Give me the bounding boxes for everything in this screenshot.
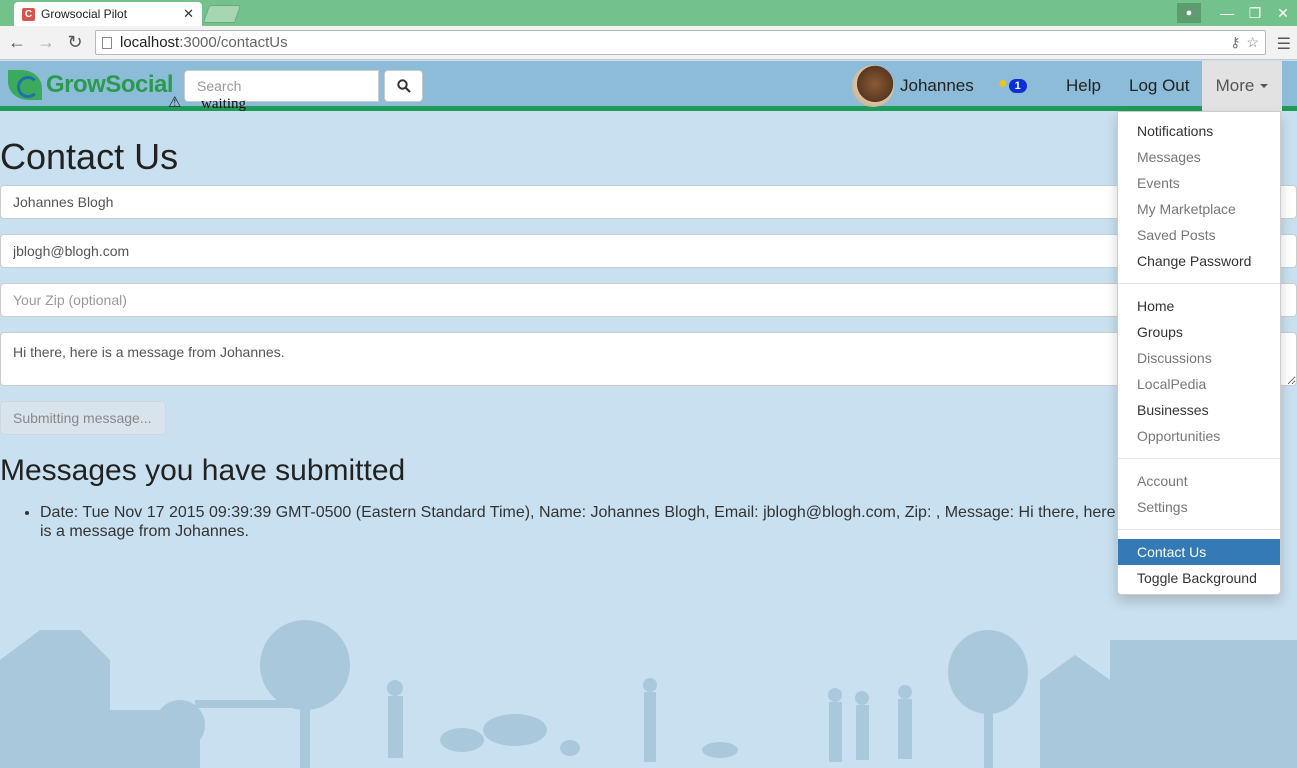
menu-icon[interactable]: ☰ [1277, 34, 1291, 54]
menu-divider [1118, 283, 1280, 284]
menu-item-events[interactable]: Events [1118, 170, 1280, 196]
notification-badge: 1 [1008, 79, 1027, 93]
user-menu[interactable]: Johannes [852, 64, 974, 108]
url-path: :3000/contactUs [179, 34, 288, 51]
menu-item-contact-us[interactable]: Contact Us [1118, 539, 1280, 565]
leaf-logo-icon [8, 70, 42, 100]
restore-icon[interactable]: ❐ [1241, 5, 1269, 22]
menu-item-localpedia[interactable]: LocalPedia [1118, 371, 1280, 397]
connection-status: waiting [201, 96, 246, 112]
star-icon[interactable]: ☆ [1246, 34, 1259, 51]
menu-item-settings[interactable]: Settings [1118, 494, 1280, 520]
browser-tabstrip: C Growsocial Pilot ✕ ● — ❐ ✕ [0, 0, 1297, 26]
zip-field[interactable] [0, 283, 1297, 317]
url-text[interactable]: localhost:3000/contactUs [120, 34, 1230, 51]
new-tab-button[interactable] [202, 5, 242, 23]
tab-title: Growsocial Pilot [41, 7, 128, 21]
menu-item-home[interactable]: Home [1118, 293, 1280, 319]
browser-tab[interactable]: C Growsocial Pilot ✕ [14, 2, 202, 26]
menu-item-change-password[interactable]: Change Password [1118, 248, 1280, 274]
more-label: More [1215, 76, 1255, 95]
page-title: Contact Us [0, 136, 179, 177]
close-tab-icon[interactable]: ✕ [183, 6, 194, 22]
app-navbar: GrowSocial ⚠ waiting Johannes ● 1 Help L… [0, 61, 1297, 112]
search-icon [396, 79, 411, 93]
menu-item-discussions[interactable]: Discussions [1118, 345, 1280, 371]
menu-item-account[interactable]: Account [1118, 468, 1280, 494]
username: Johannes [900, 76, 974, 95]
page-icon [102, 36, 112, 49]
forward-arrow-icon[interactable]: → [35, 32, 57, 53]
list-item: Date: Tue Nov 17 2015 09:39:39 GMT-0500 … [40, 503, 1130, 541]
close-window-icon[interactable]: ✕ [1269, 5, 1297, 22]
browser-toolbar: ← → ↻ localhost:3000/contactUs ⚷ ☆ ☰ [0, 26, 1297, 60]
menu-item-opportunities[interactable]: Opportunities [1118, 423, 1280, 449]
bell-icon: ● [998, 75, 1008, 92]
minimize-icon[interactable]: — [1213, 5, 1241, 21]
submit-button[interactable]: Submitting message... [0, 401, 166, 435]
reload-icon[interactable]: ↻ [64, 32, 86, 53]
back-arrow-icon[interactable]: ← [6, 32, 28, 53]
menu-item-my-marketplace[interactable]: My Marketplace [1118, 196, 1280, 222]
key-icon[interactable]: ⚷ [1230, 34, 1240, 51]
menu-item-saved-posts[interactable]: Saved Posts [1118, 222, 1280, 248]
name-field[interactable] [0, 185, 1297, 219]
growsocial-logo[interactable]: GrowSocial [8, 70, 174, 100]
window-controls: ● — ❐ ✕ [1177, 0, 1297, 26]
warning-icon: ⚠ [168, 94, 182, 111]
menu-item-notifications[interactable]: Notifications [1118, 118, 1280, 144]
email-field[interactable] [0, 234, 1297, 268]
menu-item-groups[interactable]: Groups [1118, 319, 1280, 345]
help-link[interactable]: Help [1066, 76, 1101, 96]
profile-icon[interactable]: ● [1177, 3, 1201, 23]
avatar [852, 65, 894, 107]
more-dropdown-menu: Notifications Messages Events My Marketp… [1117, 111, 1281, 595]
submitted-messages-title: Messages you have submitted [0, 454, 406, 487]
logout-link[interactable]: Log Out [1129, 76, 1190, 96]
search-button[interactable] [384, 70, 423, 102]
menu-divider [1118, 529, 1280, 530]
url-host: localhost [120, 34, 180, 51]
menu-divider [1118, 458, 1280, 459]
favicon-icon: C [22, 7, 35, 21]
message-field[interactable]: Hi there, here is a message from Johanne… [0, 332, 1297, 386]
menu-item-toggle-background[interactable]: Toggle Background [1118, 565, 1280, 591]
menu-item-businesses[interactable]: Businesses [1118, 397, 1280, 423]
menu-item-messages[interactable]: Messages [1118, 144, 1280, 170]
address-bar[interactable]: localhost:3000/contactUs ⚷ ☆ [95, 30, 1266, 55]
farm-scenery-illustration [0, 620, 1297, 768]
submitted-messages-list: Date: Tue Nov 17 2015 09:39:39 GMT-0500 … [40, 503, 1130, 541]
notifications-button[interactable]: ● 1 [998, 75, 1027, 93]
caret-down-icon [1260, 84, 1269, 88]
logo-text: GrowSocial [46, 71, 174, 98]
more-dropdown-toggle[interactable]: More [1202, 61, 1282, 111]
